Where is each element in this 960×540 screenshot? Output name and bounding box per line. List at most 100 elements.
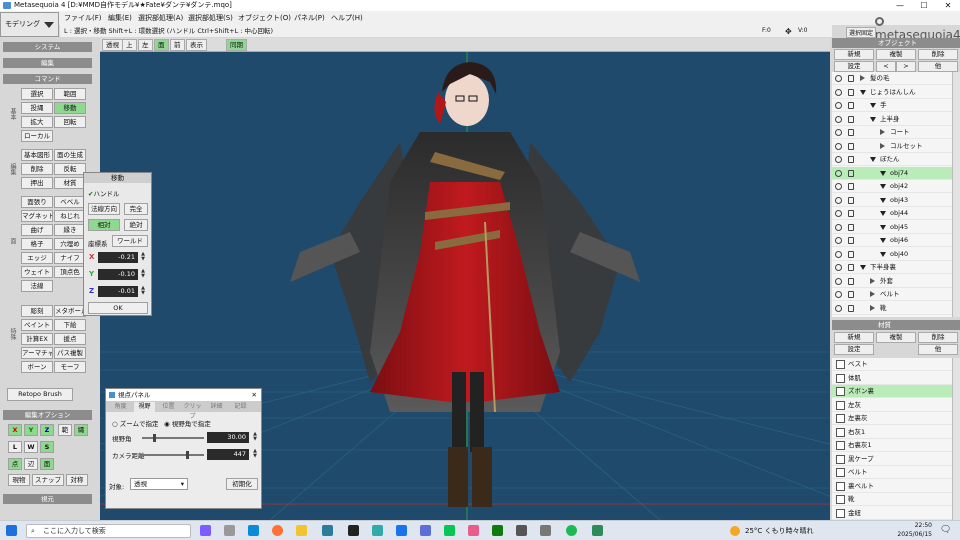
reset-button[interactable]: 初期化 bbox=[226, 478, 258, 490]
lock-icon[interactable] bbox=[848, 142, 854, 150]
mode-select[interactable]: モデリング bbox=[0, 12, 59, 37]
weather-icon[interactable] bbox=[730, 526, 740, 536]
lock-icon[interactable] bbox=[848, 129, 854, 136]
z-spinner[interactable]: ▲ ▼ bbox=[139, 286, 147, 297]
copilot-icon[interactable] bbox=[200, 525, 211, 536]
x-spinner[interactable]: ▲ ▼ bbox=[139, 252, 147, 263]
material-new-button[interactable]: 新規 bbox=[834, 332, 874, 343]
target-select[interactable]: 透視 ▾ bbox=[130, 478, 188, 490]
edit-option-header[interactable]: 編集オプション bbox=[3, 410, 92, 420]
tab-face[interactable]: 面 bbox=[154, 39, 169, 51]
command-button-0-0[interactable]: 選択 bbox=[21, 88, 53, 100]
expand-triangle-icon[interactable] bbox=[860, 89, 866, 95]
material-row[interactable]: 左裏灰 bbox=[832, 412, 952, 425]
lock-icon[interactable] bbox=[848, 196, 854, 204]
view-panel-tab-0[interactable]: 角度 bbox=[110, 402, 131, 412]
command-button-10-1[interactable]: 穴埋め bbox=[54, 238, 86, 250]
app-icon-pink[interactable] bbox=[468, 525, 479, 536]
lock-icon[interactable] bbox=[848, 223, 854, 231]
distance-slider-knob[interactable] bbox=[186, 451, 190, 459]
lock-icon[interactable] bbox=[848, 156, 854, 163]
minimize-button[interactable]: — bbox=[888, 0, 912, 11]
axis-z-button[interactable]: Z bbox=[40, 424, 54, 436]
ok-button[interactable]: OK bbox=[88, 302, 148, 314]
command-button-1-1[interactable]: 移動 bbox=[54, 102, 86, 114]
command-button-9-0[interactable]: 曲げ bbox=[21, 224, 53, 236]
weather-text[interactable]: 25°C くもり時々晴れ bbox=[745, 526, 814, 536]
object-scrollbar[interactable] bbox=[952, 72, 960, 317]
command-button-4-0[interactable]: 基本図形 bbox=[21, 149, 53, 161]
material-row[interactable]: 体肌 bbox=[832, 372, 952, 385]
eye-icon[interactable] bbox=[835, 277, 842, 285]
clock-time[interactable]: 22:50 bbox=[882, 522, 932, 529]
view-panel-tab-3[interactable]: クリップ bbox=[182, 402, 203, 420]
expand-triangle-icon[interactable] bbox=[880, 184, 886, 189]
lock-icon[interactable] bbox=[848, 102, 854, 109]
app-icon-teal[interactable] bbox=[372, 525, 383, 536]
app-icon-blue[interactable] bbox=[396, 525, 407, 536]
object-row[interactable]: obj74 bbox=[832, 166, 952, 180]
eye-icon[interactable] bbox=[835, 75, 842, 82]
normal-direction-button[interactable]: 法線方向 bbox=[88, 203, 120, 215]
command-button-9-1[interactable]: 縁き bbox=[54, 224, 86, 236]
command-button-14-1[interactable]: メタボール bbox=[54, 305, 86, 317]
distance-spinner[interactable]: ▲ ▼ bbox=[251, 449, 259, 460]
eye-icon[interactable] bbox=[835, 223, 842, 231]
expand-triangle-icon[interactable] bbox=[860, 265, 866, 270]
view-header[interactable]: 視元 bbox=[3, 494, 92, 504]
eye-icon[interactable] bbox=[835, 196, 842, 204]
app-icon-gray[interactable] bbox=[516, 525, 527, 536]
object-row[interactable]: コルセット bbox=[832, 140, 952, 153]
expand-triangle-icon[interactable] bbox=[870, 116, 876, 122]
material-copy-button[interactable]: 複製 bbox=[876, 332, 916, 343]
object-delete-button[interactable]: 削除 bbox=[918, 49, 958, 60]
command-button-2-0[interactable]: 拡大 bbox=[21, 116, 53, 128]
selection-lock-button[interactable]: 選択固定 bbox=[846, 27, 877, 38]
command-button-2-1[interactable]: 回転 bbox=[54, 116, 86, 128]
eye-icon[interactable] bbox=[835, 88, 842, 96]
fov-field[interactable]: 30.00 bbox=[207, 432, 249, 443]
lock-icon[interactable] bbox=[848, 115, 854, 123]
handle-checkbox[interactable]: ✔ハンドル bbox=[88, 188, 119, 198]
expand-triangle-icon[interactable] bbox=[870, 277, 875, 284]
material-row[interactable]: ベルト bbox=[832, 466, 952, 479]
command-button-5-1[interactable]: 反転 bbox=[54, 163, 86, 175]
eye-icon[interactable] bbox=[835, 210, 842, 217]
close-button[interactable]: ✕ bbox=[936, 0, 960, 11]
menu-edit[interactable]: 編集(E) bbox=[108, 13, 132, 23]
material-swatch[interactable] bbox=[836, 387, 845, 396]
expand-triangle-icon[interactable] bbox=[880, 211, 886, 216]
command-button-3-0[interactable]: ローカル bbox=[21, 130, 53, 142]
expand-triangle-icon[interactable] bbox=[880, 224, 886, 230]
object-row[interactable]: コート bbox=[832, 126, 952, 139]
material-swatch[interactable] bbox=[836, 400, 845, 410]
current-object-button[interactable]: 現物 bbox=[8, 474, 30, 486]
edge-mode-button[interactable]: 辺 bbox=[24, 458, 38, 470]
media-icon[interactable] bbox=[348, 525, 359, 536]
symmetry-button[interactable]: 対称 bbox=[66, 474, 88, 486]
command-button-16-1[interactable]: 援点 bbox=[54, 333, 86, 345]
material-scrollbar[interactable] bbox=[952, 358, 960, 520]
expand-triangle-icon[interactable] bbox=[870, 157, 876, 162]
expand-triangle-icon[interactable] bbox=[880, 197, 886, 203]
object-settings-button[interactable]: 設定 bbox=[834, 61, 874, 72]
expand-triangle-icon[interactable] bbox=[880, 129, 885, 135]
object-row[interactable]: 上半身 bbox=[832, 113, 952, 126]
fov-radio[interactable]: ◉ 視野角で指定 bbox=[164, 418, 211, 428]
app-icon-green[interactable] bbox=[492, 525, 503, 536]
eye-icon[interactable] bbox=[835, 250, 842, 258]
eye-icon[interactable] bbox=[835, 142, 842, 150]
x-field[interactable]: -0.21 bbox=[98, 252, 138, 263]
store-icon[interactable] bbox=[322, 525, 333, 536]
material-swatch[interactable] bbox=[836, 441, 845, 450]
tab-top[interactable]: 上 bbox=[122, 39, 137, 51]
axis-x-button[interactable]: X bbox=[8, 424, 22, 436]
zoom-radio[interactable]: ○ ズームで指定 bbox=[112, 418, 159, 428]
object-row[interactable]: ぼたん bbox=[832, 153, 952, 166]
line-icon[interactable] bbox=[444, 525, 455, 536]
local-button[interactable]: L bbox=[8, 441, 22, 453]
material-swatch[interactable] bbox=[836, 360, 845, 369]
command-button-7-1[interactable]: ベベル bbox=[54, 196, 86, 208]
expand-triangle-icon[interactable] bbox=[880, 142, 885, 149]
lock-icon[interactable] bbox=[848, 183, 854, 190]
